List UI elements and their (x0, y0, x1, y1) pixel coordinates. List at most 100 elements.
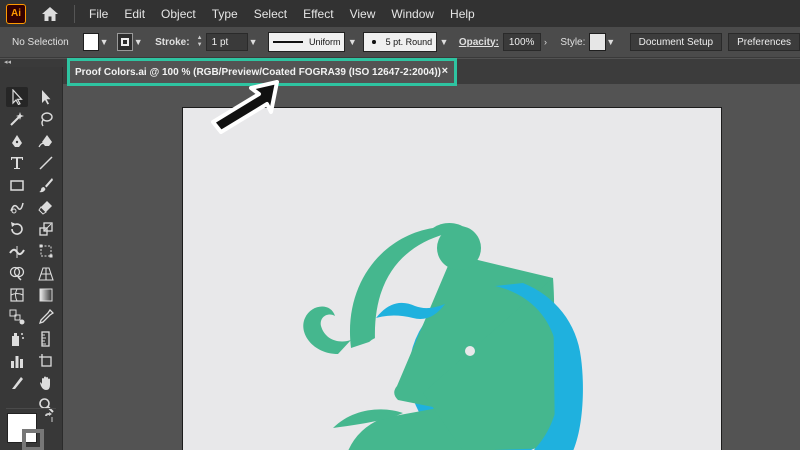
brush-dot-icon (372, 40, 376, 44)
style-dropdown-icon[interactable]: ▼ (606, 33, 616, 51)
stroke-weight-field[interactable]: 1 pt (205, 33, 249, 51)
artboard-tool[interactable] (35, 351, 57, 371)
line-segment-tool[interactable] (35, 153, 57, 173)
menu-select[interactable]: Select (246, 0, 295, 27)
opacity-arrow-icon[interactable]: › (541, 33, 551, 51)
app-logo[interactable]: Ai (6, 3, 26, 24)
stroke-line-icon (272, 41, 303, 43)
stroke-label: Stroke: (155, 36, 190, 48)
opacity-field[interactable]: 100% (502, 33, 541, 51)
menu-object[interactable]: Object (153, 0, 204, 27)
pen-tool[interactable] (6, 131, 28, 151)
menu-view[interactable]: View (342, 0, 384, 27)
scale-tool[interactable] (35, 219, 57, 239)
menu-effect[interactable]: Effect (295, 0, 341, 27)
menu-separator (74, 4, 75, 23)
menu-type[interactable]: Type (204, 0, 246, 27)
hand-icon (40, 376, 50, 390)
type-tool[interactable] (6, 153, 28, 173)
tools-panel (0, 67, 63, 450)
artboard-tool-icon (39, 354, 52, 367)
brush-dropdown-icon[interactable]: ▼ (439, 33, 449, 51)
document-setup-button[interactable]: Document Setup (629, 33, 723, 51)
blend-icon (9, 309, 25, 325)
line-icon (39, 156, 53, 170)
brush-definition-field[interactable]: 5 pt. Round (363, 32, 438, 52)
paintbrush-tool[interactable] (35, 175, 57, 195)
eyedropper-icon (38, 309, 54, 325)
mesh-tool[interactable] (6, 285, 28, 305)
selection-status: No Selection (12, 36, 69, 48)
opacity-label[interactable]: Opacity: (459, 37, 499, 48)
curvature-icon (38, 135, 52, 148)
stroke-spinner-icon[interactable]: ▲ ▼ (196, 33, 204, 51)
paintbrush-icon (39, 178, 53, 193)
mesh-icon (10, 288, 24, 302)
toolbar-separator (6, 408, 56, 409)
shaper-tool[interactable] (6, 197, 28, 217)
stroke-dropdown-icon[interactable]: ▼ (133, 33, 143, 51)
fill-color-swatch[interactable] (82, 33, 100, 51)
fill-dropdown-icon[interactable]: ▼ (99, 33, 109, 51)
width-icon (9, 246, 25, 258)
shaper-icon (10, 202, 24, 214)
menu-file[interactable]: File (81, 0, 116, 27)
menu-help[interactable]: Help (442, 0, 483, 27)
eyedropper-tool[interactable] (35, 307, 57, 327)
symbol-sprayer-tool[interactable] (6, 329, 28, 349)
close-icon[interactable]: × (442, 65, 448, 77)
menu-edit[interactable]: Edit (116, 0, 153, 27)
free-transform-tool[interactable] (35, 241, 57, 261)
rotate-icon (11, 222, 23, 235)
gradient-tool[interactable] (35, 285, 57, 305)
selection-tool[interactable] (6, 87, 28, 107)
rotate-tool[interactable] (6, 219, 28, 239)
perspective-grid-tool[interactable] (35, 263, 57, 283)
rectangle-tool[interactable] (6, 175, 28, 195)
measure-tool[interactable] (35, 329, 57, 349)
menu-window[interactable]: Window (383, 0, 442, 27)
style-label: Style: (560, 36, 586, 48)
direct-selection-tool-icon (42, 90, 51, 105)
width-tool[interactable] (6, 241, 28, 261)
rectangle-icon (10, 180, 24, 191)
slice-icon (12, 377, 23, 389)
eraser-tool[interactable] (35, 197, 57, 217)
stroke-swatch[interactable] (22, 429, 44, 450)
selection-tool-icon (12, 89, 23, 105)
panel-collapse-bar[interactable]: ◂◂ (0, 59, 63, 67)
arrow-annotation-icon (211, 80, 279, 134)
symbol-sprayer-icon (12, 333, 24, 346)
brush-definition-label: 5 pt. Round (385, 37, 433, 47)
stroke-profile-field[interactable]: Uniform (267, 32, 346, 52)
lasso-tool[interactable] (35, 109, 57, 129)
stroke-profile-label: Uniform (308, 37, 341, 47)
lasso-icon (41, 112, 53, 127)
column-graph-tool[interactable] (6, 351, 28, 371)
pen-icon (12, 135, 22, 147)
stroke-color-swatch[interactable] (116, 33, 134, 51)
free-transform-icon (39, 244, 53, 258)
slice-tool[interactable] (6, 373, 28, 393)
magic-wand-icon (10, 112, 24, 126)
logo-artwork (303, 223, 583, 450)
curvature-tool[interactable] (35, 131, 57, 151)
home-icon[interactable] (40, 4, 60, 24)
document-tab-title: Proof Colors.ai @ 100 % (RGB/Preview/Coa… (75, 66, 441, 78)
stroke-weight-dropdown-icon[interactable]: ▼ (248, 33, 258, 51)
blend-tool[interactable] (6, 307, 28, 327)
swap-icon[interactable] (43, 412, 55, 424)
direct-selection-tool[interactable] (35, 87, 57, 107)
shape-builder-tool[interactable] (6, 263, 28, 283)
column-graph-icon (11, 356, 23, 368)
magic-wand-tool[interactable] (6, 109, 28, 129)
stroke-profile-dropdown-icon[interactable]: ▼ (347, 33, 357, 51)
type-icon (11, 157, 23, 169)
artboard[interactable] (182, 107, 722, 450)
stroke-square-icon (121, 38, 130, 46)
preferences-button[interactable]: Preferences (728, 33, 800, 51)
control-bar: No Selection ▼ ▼ Stroke: ▲ ▼ 1 pt ▼ Unifo… (0, 27, 800, 58)
style-swatch[interactable] (589, 33, 606, 51)
scale-icon (39, 222, 53, 236)
hand-tool[interactable] (35, 373, 57, 393)
